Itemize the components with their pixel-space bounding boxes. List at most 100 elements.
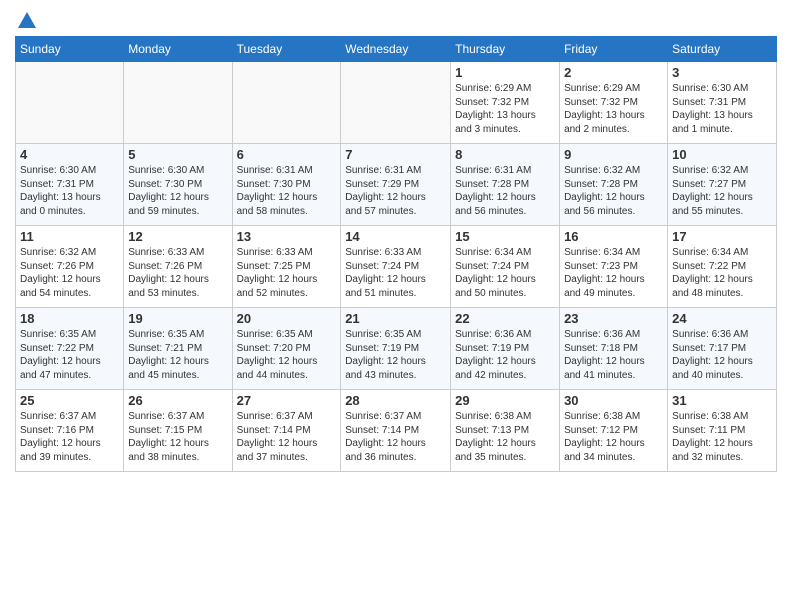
calendar-cell: 19 Sunrise: 6:35 AMSunset: 7:21 PMDayligh… <box>124 308 232 390</box>
day-info: Sunrise: 6:31 AMSunset: 7:29 PMDaylight:… <box>345 164 446 218</box>
day-info: Sunrise: 6:31 AMSunset: 7:28 PMDaylight:… <box>455 164 555 218</box>
day-info: Sunrise: 6:38 AMSunset: 7:12 PMDaylight:… <box>564 410 663 464</box>
calendar-day-header: Friday <box>560 37 668 62</box>
calendar-cell: 14 Sunrise: 6:33 AMSunset: 7:24 PMDayligh… <box>341 226 451 308</box>
day-number: 10 <box>672 147 772 162</box>
header <box>15 10 777 28</box>
day-number: 6 <box>237 147 337 162</box>
day-number: 24 <box>672 311 772 326</box>
calendar-cell: 12Sunrise: 6:33 AMSunset: 7:26 PMDayligh… <box>124 226 232 308</box>
day-info: Sunrise: 6:31 AMSunset: 7:30 PMDaylight:… <box>237 164 337 218</box>
day-number: 29 <box>455 393 555 408</box>
calendar-cell: 11 Sunrise: 6:32 AMSunset: 7:26 PMDayligh… <box>16 226 124 308</box>
day-info: Sunrise: 6:30 AMSunset: 7:30 PMDaylight:… <box>128 164 227 218</box>
day-number: 1 <box>455 65 555 80</box>
day-number: 21 <box>345 311 446 326</box>
day-number: 18 <box>20 311 119 326</box>
logo-icon <box>16 10 38 32</box>
calendar-cell: 21 Sunrise: 6:35 AMSunset: 7:19 PMDayligh… <box>341 308 451 390</box>
day-info: Sunrise: 6:30 AMSunset: 7:31 PMDaylight:… <box>20 164 119 218</box>
day-number: 14 <box>345 229 446 244</box>
day-number: 28 <box>345 393 446 408</box>
day-info: Sunrise: 6:36 AMSunset: 7:19 PMDaylight:… <box>455 328 555 382</box>
calendar-cell: 5 Sunrise: 6:30 AMSunset: 7:30 PMDaylight… <box>124 144 232 226</box>
calendar-week-row: 1 Sunrise: 6:29 AMSunset: 7:32 PMDaylight… <box>16 62 777 144</box>
calendar-cell: 17Sunrise: 6:34 AMSunset: 7:22 PMDayligh… <box>668 226 777 308</box>
day-info: Sunrise: 6:32 AMSunset: 7:27 PMDaylight:… <box>672 164 772 218</box>
calendar-day-header: Thursday <box>451 37 560 62</box>
day-info: Sunrise: 6:35 AMSunset: 7:21 PMDaylight:… <box>128 328 227 382</box>
page: SundayMondayTuesdayWednesdayThursdayFrid… <box>0 0 792 612</box>
calendar-day-header: Monday <box>124 37 232 62</box>
day-info: Sunrise: 6:33 AMSunset: 7:24 PMDaylight:… <box>345 246 446 300</box>
day-info: Sunrise: 6:37 AMSunset: 7:14 PMDaylight:… <box>345 410 446 464</box>
day-info: Sunrise: 6:37 AMSunset: 7:16 PMDaylight:… <box>20 410 119 464</box>
day-number: 31 <box>672 393 772 408</box>
day-number: 5 <box>128 147 227 162</box>
calendar-cell: 16 Sunrise: 6:34 AMSunset: 7:23 PMDayligh… <box>560 226 668 308</box>
day-number: 9 <box>564 147 663 162</box>
calendar-cell: 6 Sunrise: 6:31 AMSunset: 7:30 PMDaylight… <box>232 144 341 226</box>
calendar-cell: 26Sunrise: 6:37 AMSunset: 7:15 PMDayligh… <box>124 390 232 472</box>
day-info: Sunrise: 6:38 AMSunset: 7:13 PMDaylight:… <box>455 410 555 464</box>
day-number: 19 <box>128 311 227 326</box>
calendar-week-row: 18Sunrise: 6:35 AMSunset: 7:22 PMDayligh… <box>16 308 777 390</box>
day-info: Sunrise: 6:35 AMSunset: 7:20 PMDaylight:… <box>237 328 337 382</box>
calendar-week-row: 4 Sunrise: 6:30 AMSunset: 7:31 PMDaylight… <box>16 144 777 226</box>
day-number: 16 <box>564 229 663 244</box>
calendar-table: SundayMondayTuesdayWednesdayThursdayFrid… <box>15 36 777 472</box>
calendar-cell: 1Sunrise: 6:29 AMSunset: 7:32 PMDaylight… <box>451 62 560 144</box>
day-info: Sunrise: 6:36 AMSunset: 7:17 PMDaylight:… <box>672 328 772 382</box>
calendar-cell: 4 Sunrise: 6:30 AMSunset: 7:31 PMDaylight… <box>16 144 124 226</box>
day-info: Sunrise: 6:32 AMSunset: 7:28 PMDaylight:… <box>564 164 663 218</box>
calendar-cell <box>124 62 232 144</box>
calendar-day-header: Wednesday <box>341 37 451 62</box>
day-number: 4 <box>20 147 119 162</box>
calendar-header-row: SundayMondayTuesdayWednesdayThursdayFrid… <box>16 37 777 62</box>
day-number: 3 <box>672 65 772 80</box>
calendar-cell: 20 Sunrise: 6:35 AMSunset: 7:20 PMDayligh… <box>232 308 341 390</box>
calendar-cell: 28 Sunrise: 6:37 AMSunset: 7:14 PMDayligh… <box>341 390 451 472</box>
calendar-cell <box>341 62 451 144</box>
calendar-cell: 31Sunrise: 6:38 AMSunset: 7:11 PMDayligh… <box>668 390 777 472</box>
day-info: Sunrise: 6:37 AMSunset: 7:14 PMDaylight:… <box>237 410 337 464</box>
calendar-cell: 22 Sunrise: 6:36 AMSunset: 7:19 PMDayligh… <box>451 308 560 390</box>
calendar-week-row: 11 Sunrise: 6:32 AMSunset: 7:26 PMDayligh… <box>16 226 777 308</box>
day-number: 11 <box>20 229 119 244</box>
day-number: 27 <box>237 393 337 408</box>
calendar-cell <box>16 62 124 144</box>
calendar-cell: 29 Sunrise: 6:38 AMSunset: 7:13 PMDayligh… <box>451 390 560 472</box>
calendar-cell: 18Sunrise: 6:35 AMSunset: 7:22 PMDayligh… <box>16 308 124 390</box>
calendar-cell: 8 Sunrise: 6:31 AMSunset: 7:28 PMDaylight… <box>451 144 560 226</box>
day-info: Sunrise: 6:29 AMSunset: 7:32 PMDaylight:… <box>564 82 663 136</box>
calendar-cell: 15Sunrise: 6:34 AMSunset: 7:24 PMDayligh… <box>451 226 560 308</box>
day-info: Sunrise: 6:33 AMSunset: 7:26 PMDaylight:… <box>128 246 227 300</box>
day-number: 8 <box>455 147 555 162</box>
day-info: Sunrise: 6:32 AMSunset: 7:26 PMDaylight:… <box>20 246 119 300</box>
calendar-week-row: 25 Sunrise: 6:37 AMSunset: 7:16 PMDayligh… <box>16 390 777 472</box>
day-info: Sunrise: 6:30 AMSunset: 7:31 PMDaylight:… <box>672 82 772 136</box>
calendar-day-header: Tuesday <box>232 37 341 62</box>
calendar-cell <box>232 62 341 144</box>
day-number: 30 <box>564 393 663 408</box>
calendar-cell: 27 Sunrise: 6:37 AMSunset: 7:14 PMDayligh… <box>232 390 341 472</box>
day-info: Sunrise: 6:35 AMSunset: 7:19 PMDaylight:… <box>345 328 446 382</box>
calendar-cell: 7Sunrise: 6:31 AMSunset: 7:29 PMDaylight… <box>341 144 451 226</box>
day-number: 17 <box>672 229 772 244</box>
day-number: 20 <box>237 311 337 326</box>
day-info: Sunrise: 6:37 AMSunset: 7:15 PMDaylight:… <box>128 410 227 464</box>
day-info: Sunrise: 6:33 AMSunset: 7:25 PMDaylight:… <box>237 246 337 300</box>
calendar-cell: 13 Sunrise: 6:33 AMSunset: 7:25 PMDayligh… <box>232 226 341 308</box>
calendar-cell: 9 Sunrise: 6:32 AMSunset: 7:28 PMDaylight… <box>560 144 668 226</box>
calendar-cell: 3 Sunrise: 6:30 AMSunset: 7:31 PMDaylight… <box>668 62 777 144</box>
day-number: 22 <box>455 311 555 326</box>
day-info: Sunrise: 6:36 AMSunset: 7:18 PMDaylight:… <box>564 328 663 382</box>
calendar-cell: 30 Sunrise: 6:38 AMSunset: 7:12 PMDayligh… <box>560 390 668 472</box>
day-number: 25 <box>20 393 119 408</box>
day-number: 2 <box>564 65 663 80</box>
calendar-cell: 10 Sunrise: 6:32 AMSunset: 7:27 PMDayligh… <box>668 144 777 226</box>
calendar-cell: 23Sunrise: 6:36 AMSunset: 7:18 PMDayligh… <box>560 308 668 390</box>
logo <box>15 10 39 28</box>
day-number: 13 <box>237 229 337 244</box>
day-info: Sunrise: 6:34 AMSunset: 7:23 PMDaylight:… <box>564 246 663 300</box>
